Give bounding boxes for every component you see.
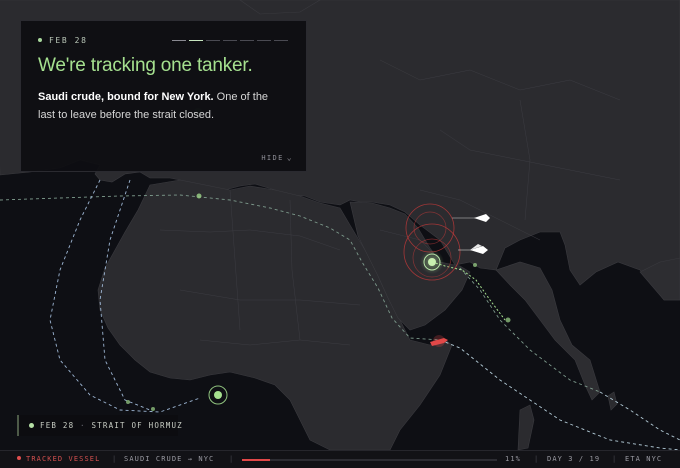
vessel-dot: [151, 407, 155, 411]
panel-date-text: FEB 28: [49, 36, 88, 45]
divider: |: [534, 455, 540, 463]
location-date: FEB 28: [40, 421, 75, 430]
vessel-dot: [126, 400, 130, 404]
location-separator: ·: [80, 421, 86, 430]
tracked-vessel-label[interactable]: TRACKED VESSEL: [17, 451, 99, 468]
step-5[interactable]: [240, 40, 254, 41]
divider: |: [112, 455, 118, 463]
chevron-down-icon: ⌄: [286, 153, 293, 162]
step-6[interactable]: [257, 40, 271, 41]
progress-bar[interactable]: [242, 459, 497, 461]
divider: |: [229, 455, 235, 463]
step-4[interactable]: [223, 40, 237, 41]
divider: |: [612, 455, 618, 463]
progress-percent: 11%: [505, 455, 521, 463]
hide-button[interactable]: HIDE ⌄: [261, 153, 293, 162]
panel-headline: We're tracking one tanker.: [38, 55, 253, 76]
tracked-tanker-marker[interactable]: [420, 250, 444, 274]
step-7[interactable]: [274, 40, 288, 41]
vessel-dot: [473, 263, 477, 267]
step-1[interactable]: [172, 40, 186, 41]
step-indicator[interactable]: [172, 40, 288, 41]
panel-body: Saudi crude, bound for New York. One of …: [38, 89, 288, 124]
location-dot-icon: [29, 422, 34, 428]
panel-date: FEB 28: [38, 36, 88, 45]
story-panel: FEB 28 We're tracking one tanker. Saudi …: [20, 20, 307, 172]
tracked-vessel-text: TRACKED VESSEL: [26, 455, 101, 463]
hide-label: HIDE: [261, 154, 284, 162]
step-2[interactable]: [189, 40, 203, 41]
vessel-dot: [505, 317, 511, 323]
vessel-dot: [196, 193, 202, 199]
map-stage: FEB 28 We're tracking one tanker. Saudi …: [0, 0, 680, 468]
date-dot-icon: [38, 37, 42, 42]
location-place: STRAIT OF HORMUZ: [91, 421, 183, 430]
step-3[interactable]: [206, 40, 220, 41]
eta-label: ETA NYC: [625, 455, 663, 463]
day-counter: DAY 3 / 19: [547, 455, 601, 463]
panel-body-bold: Saudi crude, bound for New York.: [38, 91, 214, 103]
location-tag: FEB 28 · STRAIT OF HORMUZ: [17, 415, 182, 436]
progress-fill: [242, 459, 271, 461]
route-label: SAUDI CRUDE → NYC: [124, 455, 215, 463]
tanker-icon: [428, 258, 436, 266]
tracked-dot-icon: [17, 456, 21, 460]
status-bar: TRACKED VESSEL | SAUDI CRUDE → NYC | 11%…: [0, 450, 680, 468]
